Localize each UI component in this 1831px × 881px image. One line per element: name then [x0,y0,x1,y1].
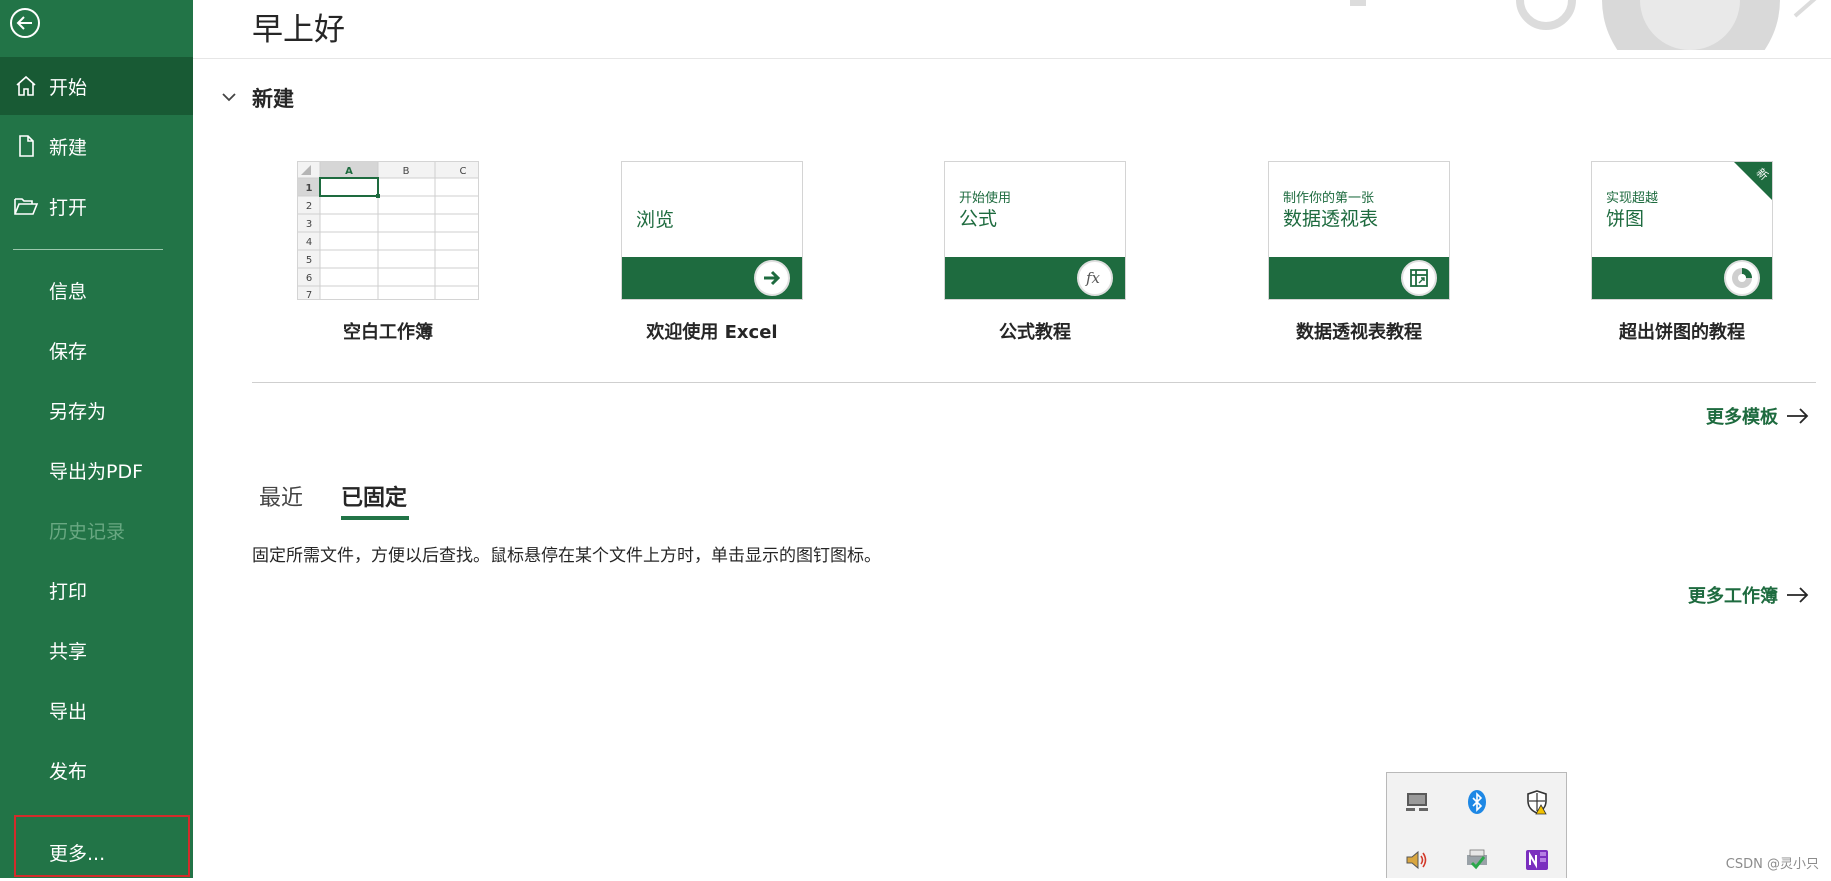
template-pivot-tutorial[interactable]: 制作你的第一张 数据透视表 数据透视表教程 [1268,161,1450,344]
network-icon[interactable] [1402,787,1432,817]
nav-open[interactable]: 打开 [0,177,193,235]
pivot-thumb-big: 数据透视表 [1283,208,1379,230]
nav-info[interactable]: 信息 [0,261,193,319]
header-decoration-icon [1350,0,1817,50]
nav-save[interactable]: 保存 [0,321,193,379]
pivot-thumbnail: 制作你的第一张 数据透视表 [1268,161,1450,300]
backstage-sidebar: 开始 新建 打开 信息 保存 另存为 导出为PDF 历史记录 打印 共享 导出 … [0,0,193,878]
nav-open-label: 打开 [49,196,88,219]
template-pie-label: 超出饼图的教程 [1619,322,1745,343]
donut-chart-icon [1724,260,1760,296]
nav-new-label: 新建 [49,136,88,159]
more-templates-link[interactable]: 更多模板 [1706,403,1810,429]
arrow-right-icon [1787,408,1809,424]
template-welcome-label: 欢迎使用 Excel [646,322,778,343]
grid-row-4: 4 [306,237,312,248]
blank-workbook-thumbnail: A B C 1 2 3 4 5 6 7 [297,161,479,300]
nav-publish[interactable]: 发布 [0,741,193,799]
nav-print-label: 打印 [49,580,88,603]
nav-print[interactable]: 打印 [0,561,193,619]
nav-new[interactable]: 新建 [0,117,193,175]
nav-export-pdf[interactable]: 导出为PDF [0,441,193,499]
template-welcome-excel[interactable]: 浏览 欢迎使用 Excel [621,161,803,344]
open-folder-icon [13,193,39,219]
onenote-icon[interactable] [1522,845,1552,875]
grid-row-6: 6 [306,273,312,284]
grid-col-a: A [345,166,353,177]
fx-icon: fx [1077,260,1113,296]
nav-info-label: 信息 [49,280,88,303]
nav-share-label: 共享 [49,640,88,663]
grid-row-2: 2 [306,201,312,212]
template-pie-tutorial[interactable]: 实现超越 饼图 新 超出饼图的教程 [1591,161,1773,344]
nav-save-as[interactable]: 另存为 [0,381,193,439]
nav-share[interactable]: 共享 [0,621,193,679]
section-divider [252,382,1816,383]
pivot-table-icon [1401,260,1437,296]
grid-row-7: 7 [306,290,312,299]
grid-row-3: 3 [306,219,312,230]
printer-check-icon[interactable] [1462,845,1492,875]
nav-export[interactable]: 导出 [0,681,193,739]
grid-row-5: 5 [306,255,312,266]
new-section-title: 新建 [252,87,294,111]
more-workbooks-label: 更多工作簿 [1688,586,1778,607]
nav-export-pdf-label: 导出为PDF [49,460,144,483]
home-icon [13,73,39,99]
tab-pinned[interactable]: 已固定 [341,480,407,512]
nav-publish-label: 发布 [49,760,88,783]
more-workbooks-link[interactable]: 更多工作簿 [1688,582,1810,608]
watermark-text: CSDN @灵小只 [1725,857,1819,872]
formula-thumbnail: 开始使用 公式 fx [944,161,1126,300]
chevron-down-icon [222,93,236,102]
template-formula-label: 公式教程 [999,322,1071,343]
volume-icon[interactable] [1402,845,1432,875]
nav-export-label: 导出 [49,700,88,723]
pinned-empty-message: 固定所需文件，方便以后查找。鼠标悬停在某个文件上方时，单击显示的图钉图标。 [252,546,881,566]
collapse-new-section-button[interactable] [218,86,240,108]
formula-thumb-big: 公式 [959,208,998,230]
spreadsheet-grid-icon: A B C 1 2 3 4 5 6 7 [298,162,478,299]
arrow-right-icon [754,260,790,296]
svg-text:fx: fx [1085,269,1101,287]
back-arrow-icon [10,8,40,38]
nav-save-as-label: 另存为 [49,400,107,423]
greeting-title: 早上好 [252,12,345,48]
system-tray-overflow [1386,772,1567,878]
arrow-right-icon [1787,587,1809,603]
template-blank-workbook-label: 空白工作簿 [343,322,433,343]
pie-thumbnail: 实现超越 饼图 新 [1591,161,1773,300]
nav-home[interactable]: 开始 [0,57,193,115]
nav-divider [13,249,163,250]
nav-home-label: 开始 [49,76,88,99]
header-divider [193,58,1831,59]
nav-history-label: 历史记录 [49,520,126,543]
more-templates-label: 更多模板 [1706,407,1778,428]
welcome-thumbnail: 浏览 [621,161,803,300]
nav-history: 历史记录 [0,501,193,559]
back-button[interactable] [8,6,42,40]
new-document-icon [13,133,39,159]
security-warning-icon[interactable] [1522,787,1552,817]
template-pivot-label: 数据透视表教程 [1296,322,1422,343]
template-formula-tutorial[interactable]: 开始使用 公式 fx 公式教程 [944,161,1126,344]
tab-recent[interactable]: 最近 [259,480,303,512]
welcome-thumb-text: 浏览 [636,209,675,231]
grid-row-1: 1 [306,183,313,194]
nav-save-label: 保存 [49,340,88,363]
active-tab-indicator [341,516,409,520]
more-highlight-box [14,815,190,877]
template-blank-workbook[interactable]: A B C 1 2 3 4 5 6 7 空白工作簿 [297,161,479,344]
grid-col-b: B [403,166,410,177]
bluetooth-icon[interactable] [1462,787,1492,817]
pie-thumb-big: 饼图 [1606,208,1645,230]
grid-col-c: C [460,166,467,177]
